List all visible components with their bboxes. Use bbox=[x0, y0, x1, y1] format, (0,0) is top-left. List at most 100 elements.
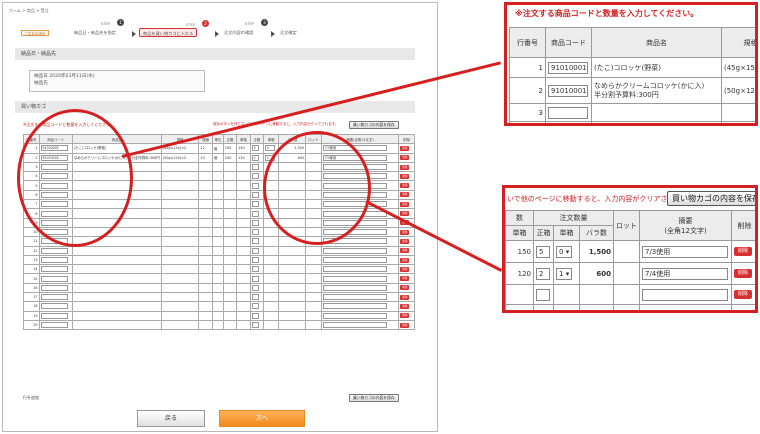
qty-box-input[interactable] bbox=[251, 164, 259, 171]
empty-cell[interactable] bbox=[249, 264, 264, 275]
save-cart-button[interactable]: 買い物カゴの内容を保存 bbox=[349, 121, 399, 129]
empty-cell[interactable] bbox=[249, 254, 264, 266]
qty-box-input[interactable] bbox=[251, 322, 259, 329]
step-2[interactable]: STEP 2 商品を買い物カゴに入れる bbox=[139, 20, 209, 37]
empty-cell[interactable] bbox=[38, 273, 73, 284]
empty-cell[interactable] bbox=[38, 264, 73, 275]
product-code-input[interactable] bbox=[40, 284, 68, 291]
memo-input[interactable] bbox=[322, 247, 387, 254]
empty-cell[interactable]: 削除 bbox=[398, 199, 415, 210]
qty-box-input[interactable] bbox=[251, 257, 259, 263]
empty-cell[interactable]: 削除 bbox=[398, 273, 415, 284]
qty-box-input[interactable] bbox=[251, 210, 259, 217]
delete-button[interactable]: 削除 bbox=[400, 257, 410, 263]
empty-cell[interactable] bbox=[320, 310, 400, 321]
delete-button[interactable]: 削除 bbox=[400, 285, 410, 291]
qty-box-input[interactable] bbox=[251, 294, 259, 301]
zoom-memo-input[interactable]: 7/4使用 bbox=[642, 267, 728, 280]
empty-cell[interactable] bbox=[249, 310, 264, 321]
zoom-code-input[interactable]: 91010001 bbox=[548, 84, 588, 97]
product-code-input[interactable] bbox=[40, 266, 68, 273]
delete-button[interactable]: 削除 bbox=[400, 248, 410, 254]
delete-button[interactable]: 削除 bbox=[400, 294, 410, 300]
empty-cell[interactable]: 削除 bbox=[398, 254, 415, 266]
qty-box-input[interactable] bbox=[251, 312, 259, 319]
delete-button[interactable]: 削除 bbox=[400, 276, 410, 282]
empty-cell[interactable] bbox=[38, 310, 73, 321]
zoom-box-input[interactable]: 5 bbox=[536, 245, 550, 258]
memo-input[interactable] bbox=[322, 266, 387, 273]
product-code-input[interactable] bbox=[40, 257, 68, 263]
empty-cell[interactable] bbox=[249, 236, 264, 247]
memo-input[interactable] bbox=[322, 284, 387, 291]
empty-cell[interactable] bbox=[320, 282, 400, 294]
delete-button[interactable]: 削除 bbox=[400, 164, 410, 170]
qty-box-input[interactable] bbox=[251, 201, 259, 208]
next-button[interactable]: 次へ bbox=[219, 410, 305, 427]
empty-cell[interactable] bbox=[38, 282, 73, 294]
qty-box-input[interactable] bbox=[251, 219, 259, 226]
empty-cell[interactable] bbox=[249, 171, 264, 182]
zoom-delete-button[interactable]: 削除 bbox=[734, 290, 752, 299]
zoom-code-input[interactable]: 91010001 bbox=[548, 61, 588, 74]
qty-box-input[interactable] bbox=[251, 275, 259, 282]
zoom-box-input[interactable]: 2 bbox=[536, 267, 550, 280]
memo-input[interactable] bbox=[322, 312, 387, 319]
qty-box-input[interactable] bbox=[251, 266, 259, 273]
qty-box-input[interactable] bbox=[251, 284, 259, 291]
delete-button[interactable]: 削除 bbox=[400, 201, 410, 207]
product-code-input[interactable] bbox=[40, 322, 68, 329]
empty-cell[interactable] bbox=[38, 245, 73, 256]
empty-cell[interactable] bbox=[249, 208, 264, 219]
memo-input[interactable] bbox=[322, 257, 387, 263]
empty-cell[interactable] bbox=[320, 319, 400, 331]
delete-button[interactable]: 削除 bbox=[400, 238, 410, 244]
empty-cell[interactable]: 削除 bbox=[398, 180, 415, 191]
qty-box-input[interactable] bbox=[251, 247, 259, 254]
empty-cell[interactable]: 削除 bbox=[398, 189, 415, 201]
empty-cell[interactable]: 削除 bbox=[398, 292, 415, 303]
qty-box-input[interactable] bbox=[251, 191, 259, 198]
empty-cell[interactable] bbox=[249, 199, 264, 210]
product-code-input[interactable] bbox=[40, 247, 68, 254]
empty-cell[interactable] bbox=[38, 292, 73, 303]
empty-cell[interactable] bbox=[38, 254, 73, 266]
delete-button[interactable]: 削除 bbox=[400, 145, 410, 151]
qty-box-cell[interactable]: 5 bbox=[249, 143, 264, 154]
empty-cell[interactable] bbox=[320, 245, 400, 256]
save-cart-button-bottom[interactable]: 買い物カゴの内容を保存 bbox=[349, 394, 399, 402]
empty-cell[interactable]: 削除 bbox=[398, 264, 415, 275]
qty-box-input[interactable]: 2 bbox=[251, 154, 259, 161]
zoom-memo-input[interactable] bbox=[642, 288, 728, 301]
empty-cell[interactable] bbox=[249, 301, 264, 312]
empty-cell[interactable]: 削除 bbox=[398, 236, 415, 247]
empty-cell[interactable]: 削除 bbox=[398, 319, 415, 331]
empty-cell[interactable] bbox=[320, 292, 400, 303]
delete-button[interactable]: 削除 bbox=[400, 266, 410, 272]
delete-cell[interactable]: 削除 bbox=[398, 152, 415, 163]
empty-cell[interactable] bbox=[249, 273, 264, 284]
qty-box-input[interactable]: 5 bbox=[251, 145, 259, 152]
empty-cell[interactable] bbox=[249, 292, 264, 303]
qty-box-input[interactable] bbox=[251, 173, 259, 180]
product-code-input[interactable] bbox=[40, 275, 68, 282]
qty-box-input[interactable] bbox=[251, 229, 259, 236]
zoom-code-input[interactable] bbox=[548, 125, 588, 127]
qty-box-input[interactable] bbox=[251, 303, 259, 310]
zoom-single-select[interactable]: 0 ▾ bbox=[556, 245, 573, 258]
empty-cell[interactable] bbox=[249, 226, 264, 238]
empty-cell[interactable]: 削除 bbox=[398, 282, 415, 294]
delete-button[interactable]: 削除 bbox=[400, 173, 410, 179]
zoom-box-input[interactable] bbox=[536, 288, 550, 301]
empty-cell[interactable] bbox=[320, 254, 400, 266]
empty-cell[interactable]: 削除 bbox=[398, 226, 415, 238]
empty-cell[interactable] bbox=[320, 273, 400, 284]
step-1[interactable]: STEP 1 納品日・納品先を指定 bbox=[71, 19, 124, 37]
empty-cell[interactable] bbox=[38, 319, 73, 331]
product-code-input[interactable] bbox=[40, 312, 68, 319]
delete-button[interactable]: 削除 bbox=[400, 313, 410, 319]
empty-cell[interactable]: 削除 bbox=[398, 301, 415, 312]
empty-cell[interactable] bbox=[249, 282, 264, 294]
empty-cell[interactable] bbox=[320, 264, 400, 275]
add-row-label[interactable]: 行を追加 bbox=[23, 395, 39, 401]
